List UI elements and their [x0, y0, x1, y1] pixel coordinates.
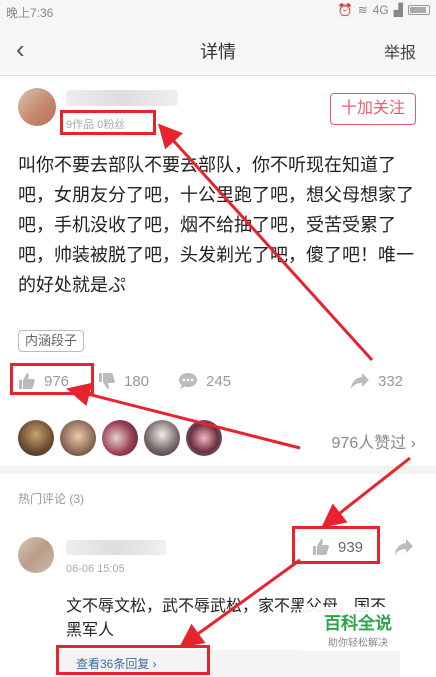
liker-avatar[interactable]	[18, 420, 54, 456]
likers-summary[interactable]: 976人赞过 ›	[332, 429, 416, 453]
status-bar: 晚上7:36 ⏰ ≋ 4G ▟	[0, 0, 436, 22]
annotation-box-likes	[10, 363, 94, 395]
status-icons: ⏰ ≋ 4G ▟	[338, 3, 430, 17]
annotation-box-replies	[56, 645, 210, 675]
commenter-name-blurred	[66, 540, 166, 555]
battery-icon	[408, 5, 430, 15]
author-name-blurred	[66, 90, 178, 106]
chevron-right-icon: ›	[410, 435, 416, 452]
dislike-count: 180	[124, 372, 150, 390]
liker-avatar[interactable]	[60, 420, 96, 456]
comment-icon	[179, 373, 197, 389]
reply-arrow-icon[interactable]	[394, 538, 414, 556]
comment-date: 06-06 15:05	[66, 563, 125, 575]
network-label: 4G	[372, 3, 389, 17]
section-divider	[0, 466, 436, 474]
follow-button[interactable]: 十加关注	[330, 93, 416, 125]
dislike-action[interactable]: 180	[98, 372, 149, 390]
liker-avatar[interactable]	[144, 420, 180, 456]
alarm-icon: ⏰	[337, 3, 353, 17]
liker-avatar[interactable]	[102, 420, 138, 456]
liker-avatar[interactable]	[186, 420, 222, 456]
watermark-title: 百科全说	[324, 614, 392, 633]
comment-action[interactable]: 245	[178, 372, 231, 390]
annotation-box-author-meta	[60, 110, 156, 135]
share-icon	[351, 373, 369, 389]
page-title: 详情	[200, 42, 236, 62]
watermark-subtitle: 助你轻松解决	[328, 638, 388, 649]
report-button[interactable]: 举报	[384, 39, 416, 63]
post-content: 叫你不要去部队不要去部队，你不听现在知道了吧，女朋友分了吧，十公里跑了吧，想父母…	[18, 155, 414, 295]
status-time: 晚上7:36	[6, 6, 54, 20]
signal-icon: ▟	[393, 3, 403, 17]
author-avatar[interactable]	[18, 88, 56, 126]
thumbs-down-icon	[99, 373, 115, 389]
share-count: 332	[378, 372, 404, 390]
wifi-icon: ≋	[357, 3, 368, 17]
comment-count: 245	[206, 372, 232, 390]
hot-comments-header: 热门评论 (3)	[18, 492, 85, 506]
post-tag[interactable]: 内涵段子	[18, 330, 85, 352]
annotation-box-comment-likes	[292, 526, 380, 564]
watermark-logo: 百科全说 助你轻松解决	[302, 607, 414, 651]
likers-summary-label: 976人赞过	[331, 435, 407, 452]
commenter-avatar[interactable]	[18, 537, 54, 573]
share-action[interactable]: 332	[350, 372, 403, 390]
nav-bar: ‹ 详情 举报	[0, 22, 436, 76]
